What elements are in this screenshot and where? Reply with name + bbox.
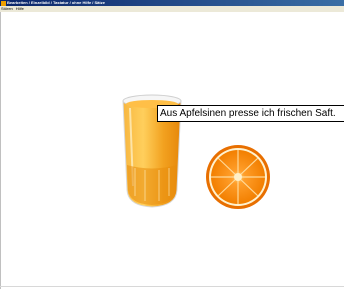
orange-half-icon [206, 145, 270, 209]
app-window: Bearbeiten / Einzelbild / Tastatur / ohn… [0, 0, 344, 289]
speech-text-box: Aus Apfelsinen presse ich frischen Saft. [157, 105, 344, 122]
bottom-divider [0, 286, 344, 287]
illustration-canvas [122, 94, 270, 209]
